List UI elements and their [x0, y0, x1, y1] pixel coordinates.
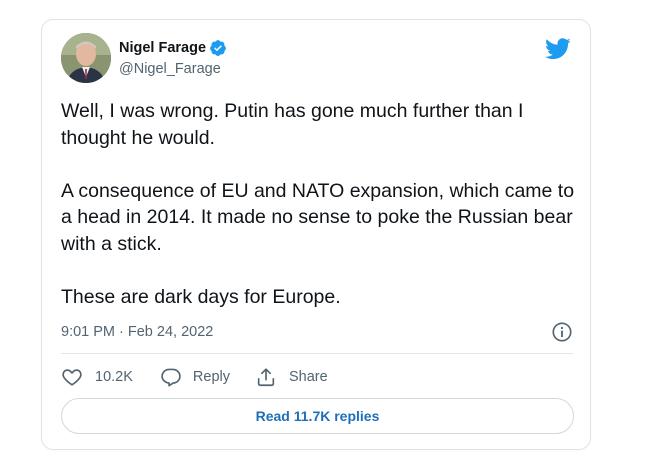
info-icon[interactable] — [551, 321, 573, 343]
share-label: Share — [288, 369, 328, 385]
author-info[interactable]: Nigel Farage @Nigel_Farage — [119, 38, 227, 77]
read-replies-button[interactable]: Read 11.7K replies — [61, 398, 574, 434]
like-button[interactable]: 10.2K — [61, 366, 133, 388]
handle[interactable]: @Nigel_Farage — [119, 61, 227, 77]
share-button[interactable]: Share — [255, 366, 328, 388]
avatar[interactable] — [61, 33, 111, 83]
display-name[interactable]: Nigel Farage — [119, 40, 206, 56]
like-count: 10.2K — [95, 369, 133, 385]
twitter-bird-icon[interactable] — [545, 38, 571, 60]
reply-label: Reply — [192, 369, 230, 385]
verified-badge-icon — [210, 40, 226, 56]
tweet-text: Well, I was wrong. Putin has gone much f… — [61, 98, 581, 310]
timestamp[interactable]: 9:01 PM · Feb 24, 2022 — [61, 324, 213, 340]
reply-bubble-icon — [161, 368, 181, 387]
tweet-meta: 9:01 PM · Feb 24, 2022 — [61, 321, 573, 343]
reply-button[interactable]: Reply — [160, 366, 230, 388]
tweet-paragraph: Well, I was wrong. Putin has gone much f… — [61, 100, 524, 149]
tweet-paragraph: These are dark days for Europe. — [61, 285, 341, 308]
avatar-image — [61, 33, 111, 83]
divider — [61, 353, 573, 354]
tweet-paragraph: A consequence of EU and NATO expansion, … — [61, 179, 575, 255]
heart-icon — [62, 369, 82, 386]
tweet-actions: 10.2K Reply Share — [61, 365, 328, 389]
tweet-card[interactable]: Nigel Farage @Nigel_Farage Well, I was w… — [41, 19, 591, 450]
share-icon — [257, 368, 275, 387]
